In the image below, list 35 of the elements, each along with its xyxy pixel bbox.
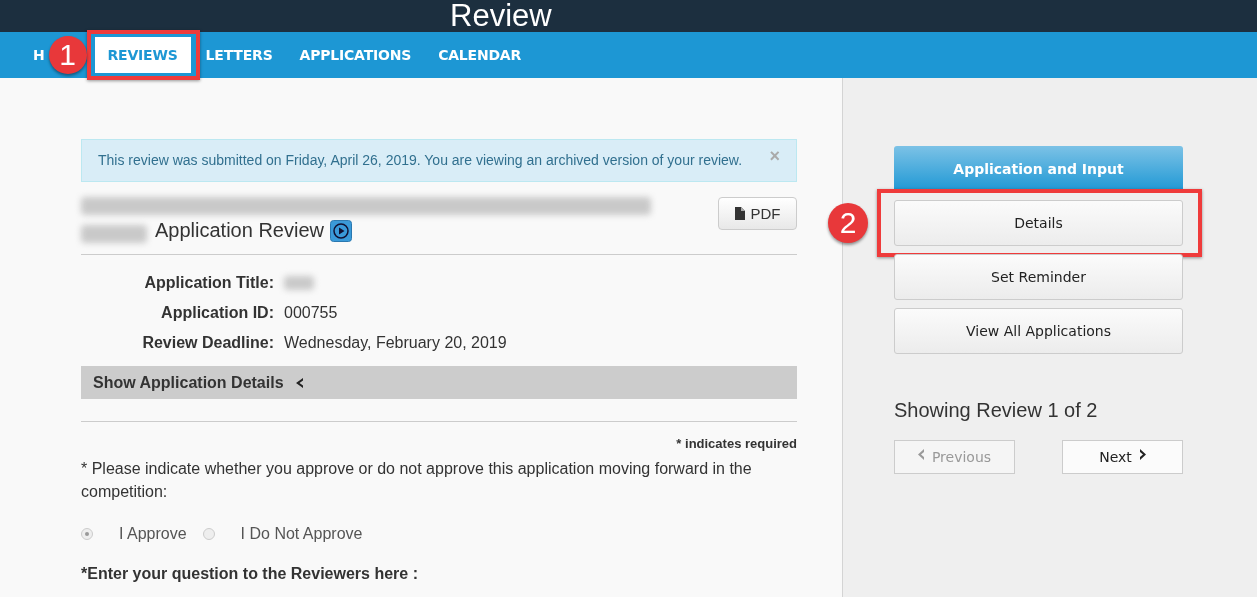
radio-label: I Approve: [119, 525, 187, 543]
question-text: * Please indicate whether you approve or do not approve this application moving forward in the competition:: [81, 459, 753, 502]
chevron-left-icon: [917, 449, 924, 460]
chevron-right-icon: [1139, 449, 1146, 460]
sidebar-button[interactable]: View All Applications: [894, 308, 1183, 354]
required-note: * indicates required: [675, 436, 797, 451]
next-button[interactable]: Next: [1062, 440, 1183, 474]
blurred-text: [284, 276, 314, 290]
nav-tab[interactable]: CALENDAR: [425, 37, 535, 73]
radio-label: I Do Not Approve: [240, 525, 363, 543]
sidebar-button[interactable]: Details: [894, 200, 1183, 246]
field-label: Application ID:: [160, 303, 274, 322]
play-icon[interactable]: [330, 219, 352, 242]
nav-tab[interactable]: REVIEWS: [94, 37, 191, 73]
pager-status: Showing Review 1 of 2: [894, 399, 1099, 422]
pdf-button[interactable]: PDF: [718, 197, 797, 230]
field-value: Wednesday, February 20, 2019: [284, 334, 507, 351]
alert-message: This review was submitted on Friday, April 26, 2019. You are viewing an archived version of your review.: [98, 152, 743, 168]
field-value: 000755: [284, 304, 338, 321]
question-text: *Enter your question to the Reviewers here :: [81, 565, 419, 583]
nav-tab[interactable]: APPLICATIONS: [286, 37, 425, 73]
nav-tab[interactable]: LETTERS: [192, 37, 286, 73]
details-toggle[interactable]: Show Application Details: [81, 366, 797, 399]
close-button[interactable]: ×: [769, 146, 780, 167]
field-label: Review Deadline:: [141, 333, 274, 352]
blurred-text: [81, 225, 147, 243]
file-icon: [734, 207, 745, 220]
callout-badge: 1: [48, 36, 87, 74]
page-title: Review: [450, 0, 552, 32]
callout-badge: 2: [828, 203, 868, 243]
field-label: Application Title:: [143, 273, 274, 292]
nav-tab[interactable]: H: [33, 37, 45, 73]
sidebar-button[interactable]: Set Reminder: [894, 254, 1183, 300]
review-title: Application Review: [155, 219, 324, 242]
section-header: Application and Input: [894, 146, 1183, 192]
